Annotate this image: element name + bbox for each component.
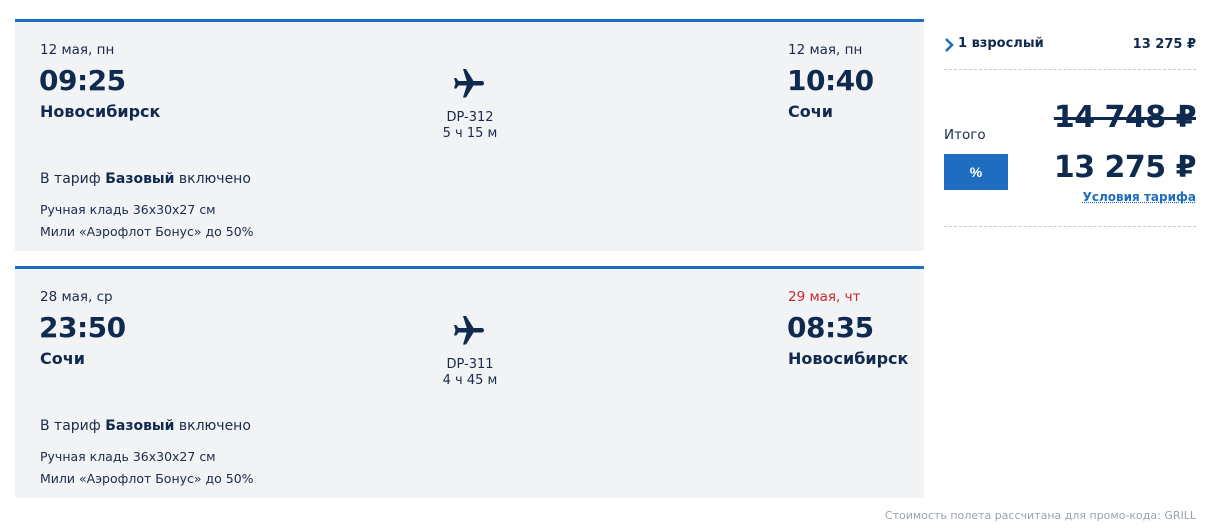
tariff-included: В тариф Базовый включено: [40, 418, 251, 434]
plane-icon: [454, 69, 484, 98]
feature-miles: Мили «Аэрофлот Бонус» до 50%: [40, 224, 254, 239]
passenger-label: 1 взрослый: [958, 36, 1044, 51]
departure-date: 28 мая, ср: [40, 289, 113, 305]
feature-hand-luggage: Ручная кладь 36x30x27 см: [40, 449, 216, 464]
arrival-city: Сочи: [788, 102, 833, 121]
flight-duration: 4 ч 45 м: [442, 373, 498, 388]
old-price: 14 748 ₽: [1053, 100, 1197, 135]
feature-miles: Мили «Аэрофлот Бонус» до 50%: [40, 471, 254, 486]
tariff-prefix: В тариф: [40, 171, 106, 187]
departure-time: 09:25: [39, 64, 126, 97]
arrival-date-next-day: 29 мая, чт: [788, 289, 861, 305]
divider: [944, 226, 1196, 227]
divider: [944, 69, 1196, 70]
arrival-time: 08:35: [787, 311, 874, 344]
flight-number: DP-311: [446, 357, 494, 372]
departure-city: Новосибирск: [40, 102, 161, 121]
arrival-time: 10:40: [787, 64, 874, 97]
flight-duration: 5 ч 15 м: [442, 126, 498, 141]
tariff-conditions-link[interactable]: Условия тарифа: [1083, 190, 1196, 204]
passenger-price: 13 275 ₽: [1132, 37, 1196, 52]
departure-date: 12 мая, пн: [40, 42, 115, 58]
tariff-name: Базовый: [105, 171, 175, 187]
total-price: 13 275 ₽: [1053, 150, 1197, 185]
total-label: Итого: [944, 127, 986, 143]
plane-icon: [454, 316, 484, 345]
arrival-date: 12 мая, пн: [788, 42, 863, 58]
flight-segment-return: 28 мая, ср 23:50 Сочи DP-311 4 ч 45 м 29…: [15, 266, 924, 498]
promo-discount-button[interactable]: %: [944, 154, 1008, 190]
flight-segment-outbound: 12 мая, пн 09:25 Новосибирск DP-312 5 ч …: [15, 19, 924, 251]
tariff-suffix: включено: [174, 418, 251, 434]
flight-number: DP-312: [446, 110, 494, 125]
tariff-name: Базовый: [105, 418, 175, 434]
promo-footnote: Стоимость полета рассчитана для промо-ко…: [884, 509, 1196, 522]
departure-time: 23:50: [39, 311, 126, 344]
departure-city: Сочи: [40, 349, 85, 368]
chevron-right-icon[interactable]: [944, 38, 954, 52]
arrival-city: Новосибирск: [788, 349, 909, 368]
feature-hand-luggage: Ручная кладь 36x30x27 см: [40, 202, 216, 217]
passenger-row[interactable]: 1 взрослый 13 275 ₽: [944, 36, 1196, 56]
tariff-included: В тариф Базовый включено: [40, 171, 251, 187]
tariff-prefix: В тариф: [40, 418, 106, 434]
tariff-suffix: включено: [174, 171, 251, 187]
